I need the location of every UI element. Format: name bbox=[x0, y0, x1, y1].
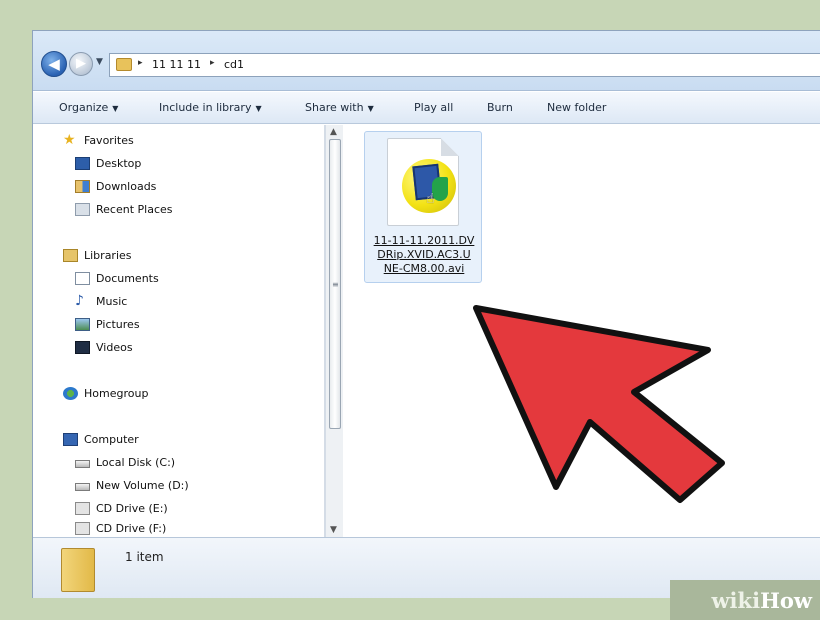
include-in-library-button[interactable]: Include in library ▼ bbox=[159, 101, 262, 114]
share-with-label: Share with bbox=[305, 101, 364, 114]
sidebar-item-label: Downloads bbox=[96, 179, 157, 193]
sidebar-item-label: CD Drive (F:) bbox=[96, 521, 167, 535]
sidebar-item-computer[interactable]: Computer bbox=[63, 430, 139, 448]
folder-icon bbox=[61, 548, 95, 592]
sidebar-item-label: Music bbox=[96, 294, 128, 308]
sidebar-item-label: Computer bbox=[84, 432, 139, 446]
scroll-down-arrow-icon[interactable]: ▼ bbox=[330, 525, 337, 535]
computer-icon bbox=[63, 432, 78, 446]
sidebar-item-label: Libraries bbox=[84, 248, 132, 262]
sidebar-item-documents[interactable]: Documents bbox=[75, 269, 159, 287]
organize-button[interactable]: Organize ▼ bbox=[59, 101, 118, 114]
music-note-icon: ♪ bbox=[75, 292, 84, 309]
sidebar-item-libraries[interactable]: Libraries bbox=[63, 246, 132, 264]
sidebar-item-favorites[interactable]: ★ Favorites bbox=[63, 131, 134, 149]
file-name: 11-11-11.2011.DV DRip.XVID.AC3.U NE-CM8.… bbox=[369, 234, 479, 276]
file-name-line: NE-CM8.00.avi bbox=[383, 262, 465, 275]
sidebar-item-label: Documents bbox=[96, 271, 159, 285]
file-item-avi[interactable]: ☝ 11-11-11.2011.DV DRip.XVID.AC3.U NE-CM… bbox=[364, 131, 482, 283]
sidebar-item-label: Pictures bbox=[96, 317, 140, 331]
breadcrumb-item[interactable]: 11 11 11 bbox=[152, 58, 201, 71]
desktop-icon bbox=[75, 156, 90, 170]
videos-icon bbox=[75, 340, 90, 354]
hard-disk-icon bbox=[75, 482, 90, 491]
downloads-icon bbox=[75, 179, 90, 193]
item-count: 1 item bbox=[125, 550, 164, 564]
address-bar-area: ◀ ▶ ▼ ▸ 11 11 11 ▸ cd1 bbox=[33, 31, 820, 91]
share-with-button[interactable]: Share with ▼ bbox=[305, 101, 374, 114]
address-path-box[interactable]: ▸ 11 11 11 ▸ cd1 bbox=[109, 53, 820, 77]
sidebar-item-cd-drive-f[interactable]: CD Drive (F:) bbox=[75, 521, 166, 535]
chevron-down-icon: ▼ bbox=[112, 104, 119, 113]
pictures-icon bbox=[75, 317, 90, 331]
sidebar-item-music[interactable]: ♪ Music bbox=[75, 292, 127, 310]
recent-pages-dropdown[interactable]: ▼ bbox=[96, 57, 103, 67]
sidebar-item-desktop[interactable]: Desktop bbox=[75, 154, 141, 172]
sidebar-item-label: CD Drive (E:) bbox=[96, 501, 168, 515]
command-toolbar: Organize ▼ Include in library ▼ Share with… bbox=[33, 92, 820, 124]
sidebar-item-downloads[interactable]: Downloads bbox=[75, 177, 156, 195]
sidebar-item-pictures[interactable]: Pictures bbox=[75, 315, 140, 333]
burn-button[interactable]: Burn bbox=[487, 101, 513, 114]
organize-label: Organize bbox=[59, 101, 109, 114]
file-list-area[interactable]: ☝ 11-11-11.2011.DV DRip.XVID.AC3.U NE-CM… bbox=[344, 125, 820, 537]
watermark-part: wiki bbox=[711, 588, 761, 613]
sidebar-item-label: Homegroup bbox=[84, 386, 149, 400]
forward-button[interactable]: ▶ bbox=[69, 52, 93, 76]
cd-drive-icon bbox=[75, 501, 90, 515]
navigation-pane: ★ Favorites Desktop Downloads Recent Pla… bbox=[33, 125, 325, 537]
file-name-line: 11-11-11.2011.DV bbox=[373, 234, 475, 247]
new-folder-button[interactable]: New folder bbox=[547, 101, 606, 114]
breadcrumb-separator-icon: ▸ bbox=[210, 58, 215, 68]
include-in-library-label: Include in library bbox=[159, 101, 252, 114]
recent-places-icon bbox=[75, 202, 90, 216]
chevron-down-icon: ▼ bbox=[255, 104, 262, 113]
sidebar-item-label: Desktop bbox=[96, 156, 142, 170]
sidebar-item-label: New Volume (D:) bbox=[96, 478, 189, 492]
homegroup-icon bbox=[63, 386, 78, 400]
cd-drive-icon bbox=[75, 521, 90, 535]
chevron-down-icon: ▼ bbox=[367, 104, 374, 113]
navigation-scrollbar[interactable]: ▲ ≡ ▼ bbox=[325, 125, 343, 537]
file-name-line: DRip.XVID.AC3.U bbox=[377, 248, 471, 261]
back-button[interactable]: ◀ bbox=[41, 51, 67, 77]
libraries-icon bbox=[63, 248, 78, 262]
sidebar-item-label: Videos bbox=[96, 340, 133, 354]
grip-icon: ≡ bbox=[332, 280, 339, 289]
breadcrumb-item[interactable]: cd1 bbox=[224, 58, 244, 71]
scrollbar-thumb[interactable]: ≡ bbox=[329, 139, 341, 429]
scroll-up-arrow-icon[interactable]: ▲ bbox=[330, 127, 337, 137]
sidebar-item-homegroup[interactable]: Homegroup bbox=[63, 384, 148, 402]
sidebar-item-cd-drive-e[interactable]: CD Drive (E:) bbox=[75, 499, 168, 517]
star-icon: ★ bbox=[63, 131, 76, 148]
sidebar-item-label: Recent Places bbox=[96, 202, 173, 216]
wikihow-watermark: wikiHow bbox=[670, 580, 820, 620]
sidebar-item-videos[interactable]: Videos bbox=[75, 338, 133, 356]
sidebar-item-label: Favorites bbox=[84, 133, 134, 147]
explorer-window: ◀ ▶ ▼ ▸ 11 11 11 ▸ cd1 Organize ▼ Include… bbox=[32, 30, 820, 598]
documents-icon bbox=[75, 271, 90, 285]
watermark-part: How bbox=[760, 588, 812, 613]
hard-disk-icon bbox=[75, 459, 90, 468]
sidebar-item-local-disk[interactable]: Local Disk (C:) bbox=[75, 453, 175, 471]
sidebar-item-new-volume[interactable]: New Volume (D:) bbox=[75, 476, 189, 494]
sidebar-item-label: Local Disk (C:) bbox=[96, 455, 176, 469]
media-file-icon: ☝ bbox=[387, 138, 459, 226]
sidebar-item-recent-places[interactable]: Recent Places bbox=[75, 200, 173, 218]
play-all-button[interactable]: Play all bbox=[414, 101, 453, 114]
breadcrumb-separator-icon: ▸ bbox=[138, 58, 143, 68]
folder-icon bbox=[116, 58, 132, 71]
